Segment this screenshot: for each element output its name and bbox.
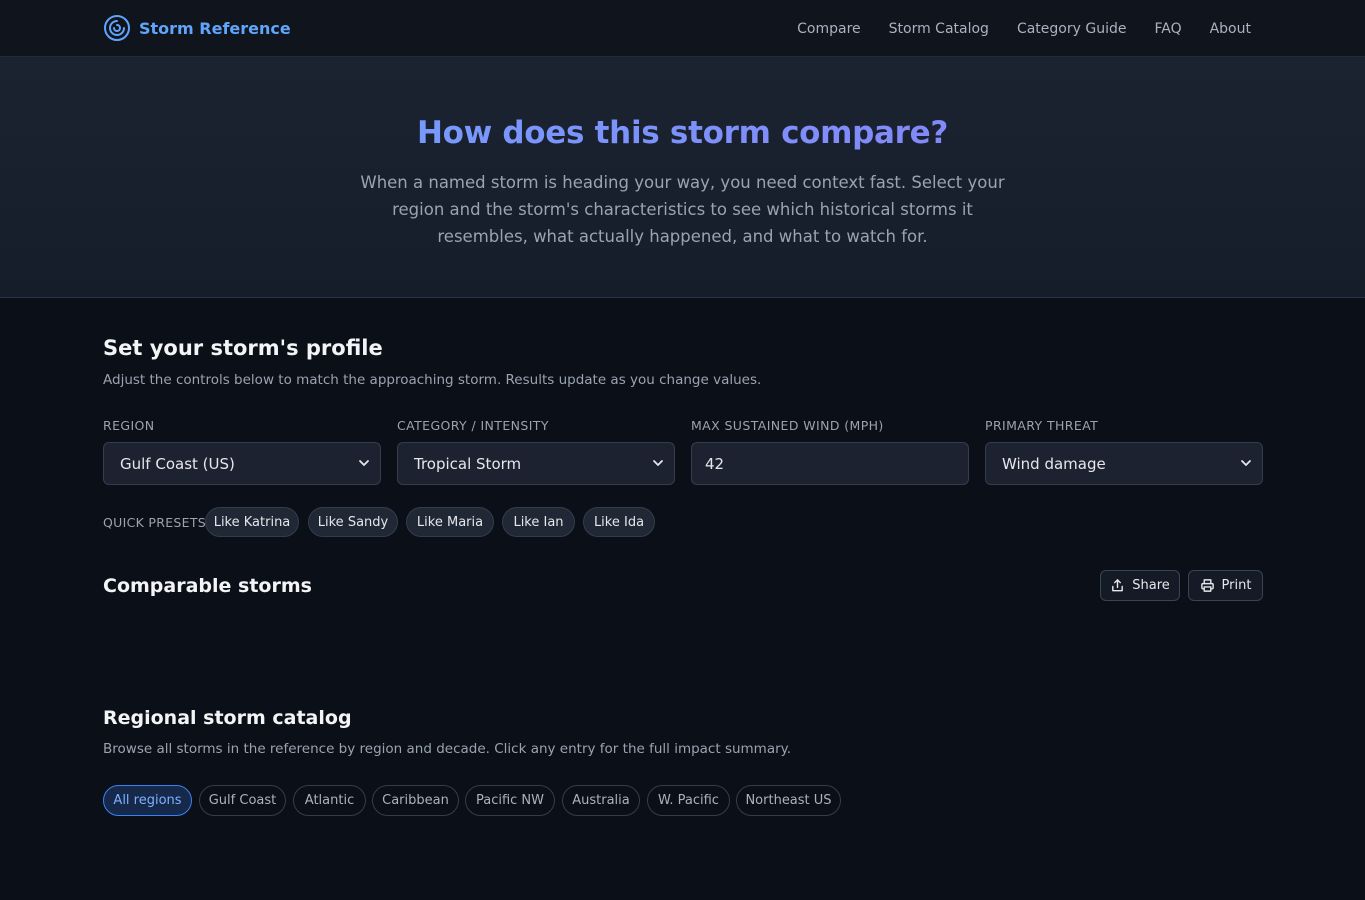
region-filter-gulf-coast[interactable]: Gulf Coast <box>199 785 286 816</box>
brand-name: Storm Reference <box>139 18 291 38</box>
nav-link-about[interactable]: About <box>1210 21 1251 37</box>
chevron-down-icon <box>1241 460 1251 466</box>
category-select[interactable]: Tropical Storm <box>397 442 675 485</box>
hero-title: How does this storm compare? <box>0 115 1365 151</box>
print-button-label: Print <box>1221 578 1252 593</box>
share-button-label: Share <box>1132 578 1170 593</box>
main-nav: Compare Storm Catalog Category Guide FAQ… <box>797 0 1251 57</box>
wind-speed-input[interactable]: 42 <box>691 442 969 485</box>
hero-subtitle: When a named storm is heading your way, … <box>360 173 1005 246</box>
nav-link-compare[interactable]: Compare <box>797 21 861 37</box>
profile-section-subtitle: Adjust the controls below to match the a… <box>103 372 762 388</box>
chevron-down-icon <box>359 460 369 466</box>
printer-icon <box>1200 579 1214 592</box>
region-label: REGION <box>103 418 155 433</box>
region-select[interactable]: Gulf Coast (US) <box>103 442 381 485</box>
preset-like-sandy[interactable]: Like Sandy <box>308 507 398 537</box>
region-filter-northeast-us[interactable]: Northeast US <box>736 785 841 816</box>
regional-catalog-title: Regional storm catalog <box>103 707 352 729</box>
quick-presets-label: QUICK PRESETS: <box>103 515 211 530</box>
print-button[interactable]: Print <box>1188 570 1263 601</box>
share-icon <box>1112 579 1124 592</box>
region-filter-w-pacific[interactable]: W. Pacific <box>647 785 730 816</box>
wind-speed-value: 42 <box>705 454 725 473</box>
nav-link-faq[interactable]: FAQ <box>1154 21 1181 37</box>
region-filter-australia[interactable]: Australia <box>562 785 640 816</box>
top-navigation-bar: Storm Reference Compare Storm Catalog Ca… <box>0 0 1365 57</box>
category-label: CATEGORY / INTENSITY <box>397 418 549 433</box>
storm-spiral-icon <box>104 15 130 41</box>
threat-select[interactable]: Wind damage <box>985 442 1263 485</box>
nav-link-storm-catalog[interactable]: Storm Catalog <box>889 21 989 37</box>
preset-like-ida[interactable]: Like Ida <box>583 507 655 537</box>
brand-logo-link[interactable]: Storm Reference <box>103 13 291 43</box>
preset-like-ian[interactable]: Like Ian <box>502 507 575 537</box>
category-select-value: Tropical Storm <box>414 454 522 473</box>
wind-label: MAX SUSTAINED WIND (MPH) <box>691 418 884 433</box>
region-filter-caribbean[interactable]: Caribbean <box>372 785 459 816</box>
nav-link-category-guide[interactable]: Category Guide <box>1017 21 1127 37</box>
threat-select-value: Wind damage <box>1002 454 1106 473</box>
region-filter-all-regions[interactable]: All regions <box>103 785 192 816</box>
region-filter-atlantic[interactable]: Atlantic <box>293 785 366 816</box>
hero-section: How does this storm compare? When a name… <box>0 57 1365 298</box>
regional-catalog-subtitle: Browse all storms in the reference by re… <box>103 741 792 757</box>
share-button[interactable]: Share <box>1100 570 1180 601</box>
region-select-value: Gulf Coast (US) <box>120 454 235 473</box>
region-filter-pacific-nw[interactable]: Pacific NW <box>465 785 555 816</box>
profile-section-title: Set your storm's profile <box>103 336 383 360</box>
threat-label: PRIMARY THREAT <box>985 418 1099 433</box>
preset-like-maria[interactable]: Like Maria <box>406 507 494 537</box>
preset-like-katrina[interactable]: Like Katrina <box>205 507 299 537</box>
chevron-down-icon <box>653 460 663 466</box>
comparable-storms-title: Comparable storms <box>103 575 312 597</box>
